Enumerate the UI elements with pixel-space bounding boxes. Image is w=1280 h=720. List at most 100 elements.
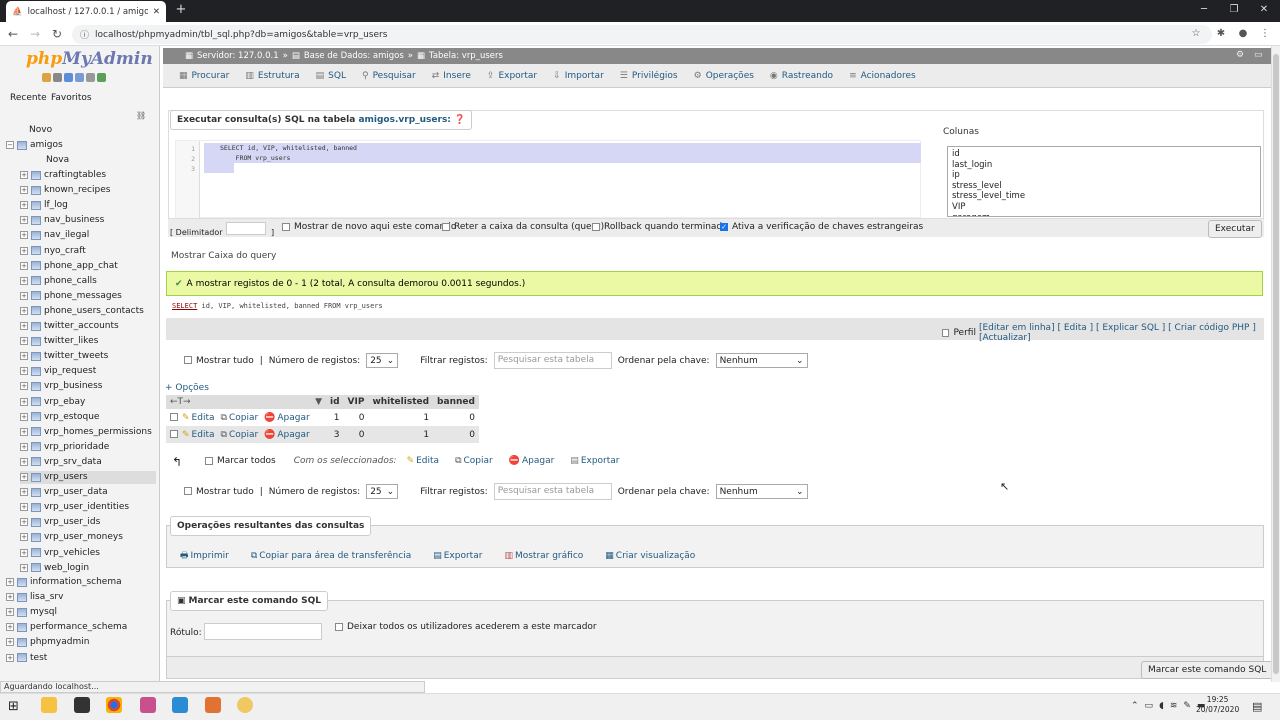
expand-icon[interactable]: ▭ [1254, 50, 1263, 60]
column-option[interactable]: last_login [952, 160, 1256, 171]
option-foreign-keys[interactable]: ✓ Ativa a verificação de chaves estrangei… [720, 222, 923, 232]
logout-icon[interactable] [53, 73, 62, 82]
sidebar-database-item[interactable]: + phpmyadmin [6, 635, 89, 649]
topnav-insere[interactable]: ⇄ Insere [424, 64, 479, 88]
bulk-delete-button[interactable]: ⛔ Apagar [509, 456, 555, 466]
breadcrumb-table[interactable]: Tabela: vrp_users [429, 51, 503, 61]
sidebar-table-item[interactable]: + vrp_vehicles [20, 546, 100, 560]
checkbox[interactable] [184, 487, 192, 495]
close-tab-icon[interactable]: ✕ [153, 7, 160, 17]
expand-icon[interactable]: + [20, 291, 28, 300]
link-icon[interactable]: ⛓ [136, 111, 146, 120]
option-rollback[interactable]: Rollback quando terminado [592, 222, 728, 232]
notification-icon[interactable]: ▤ [1252, 700, 1262, 713]
sidebar-table-item[interactable]: + nyo_craft [20, 244, 86, 258]
column-option[interactable]: stress_level_time [952, 191, 1256, 202]
close-window-icon[interactable]: ✕ [1256, 3, 1272, 17]
expand-icon[interactable]: + [20, 427, 28, 436]
column-header[interactable]: whitelisted [368, 395, 434, 409]
page-scrollbar[interactable] [1271, 46, 1280, 682]
phpmyadmin-logo[interactable]: phpMyAdmin [26, 49, 153, 69]
restore-icon[interactable]: ❐ [1226, 3, 1242, 17]
sidebar-table-item[interactable]: + vrp_user_identities [20, 500, 129, 514]
row-copy-button[interactable]: ⧉ Copiar [221, 430, 259, 440]
bulk-export-button[interactable]: ▤ Exportar [570, 456, 619, 466]
sidebar-table-item[interactable]: + vrp_users [20, 470, 88, 484]
table-link[interactable]: amigos.vrp_users: [358, 115, 450, 125]
sort-key-select[interactable]: Nenhum ⌄ [715, 353, 808, 368]
bookmark-allow-all[interactable]: Deixar todos os utilizadores acederem a … [335, 622, 597, 632]
sidebar-table-item[interactable]: + craftingtables [20, 168, 106, 182]
topnav-procurar[interactable]: ▦ Procurar [171, 64, 237, 88]
reload-icon[interactable]: ↻ [50, 27, 64, 41]
expand-icon[interactable]: + [6, 608, 14, 617]
sidebar-table-item[interactable]: + vrp_business [20, 379, 102, 393]
option-retain[interactable]: Reter a caixa da consulta (query) [442, 222, 604, 232]
expand-icon[interactable]: + [20, 488, 28, 497]
show-query-box-link[interactable]: Mostrar Caixa do query [171, 251, 276, 261]
filter-input[interactable]: Pesquisar esta tabela [493, 483, 612, 500]
sidebar-table-item[interactable]: + vrp_user_data [20, 485, 108, 499]
expand-icon[interactable]: + [20, 473, 28, 481]
cell-banned[interactable]: 0 [433, 426, 479, 443]
num-records-select[interactable]: 25 ⌄ [366, 353, 399, 368]
wifi-icon[interactable]: ≋ [1170, 701, 1178, 711]
expand-icon[interactable]: + [6, 638, 14, 647]
sql-editor[interactable]: 123 SELECT id, VIP, whitelisted, banned … [175, 140, 921, 219]
cell-whitelisted[interactable]: 1 [368, 409, 433, 426]
edge-taskbar-icon[interactable] [172, 697, 188, 713]
sidebar-table-item[interactable]: + phone_app_chat [20, 259, 118, 273]
cell-id[interactable]: 3 [326, 426, 344, 443]
checkbox[interactable] [942, 329, 950, 337]
profile-option[interactable]: Perfil [Editar em linha] [ Edita ] [ Expl… [942, 323, 1280, 343]
column-option[interactable]: ip [952, 170, 1256, 181]
export-button[interactable]: ▤ Exportar [433, 548, 482, 564]
back-icon[interactable]: ← [6, 27, 20, 41]
checkbox[interactable] [205, 456, 213, 465]
column-header[interactable]: id [326, 395, 344, 409]
app-taskbar-icon[interactable] [140, 697, 156, 713]
settings-icon[interactable] [86, 73, 95, 82]
column-option[interactable]: id [952, 149, 1256, 160]
show-all-option[interactable]: Mostrar tudo [184, 356, 254, 366]
clock[interactable]: 19:25 20/07/2020 [1196, 695, 1239, 715]
expand-icon[interactable]: + [20, 261, 28, 270]
expand-icon[interactable]: + [20, 548, 28, 557]
expand-icon[interactable]: + [6, 653, 14, 662]
sidebar-database-item[interactable]: + lisa_srv [6, 590, 63, 604]
expand-icon[interactable]: + [20, 337, 28, 346]
topnav-sql[interactable]: ▤ SQL [308, 64, 354, 88]
docs-icon[interactable] [75, 73, 84, 82]
checkbox[interactable] [335, 622, 343, 631]
expand-icon[interactable]: + [20, 186, 28, 195]
browser-tab[interactable]: ⛵ localhost / 127.0.0.1 / amigos / v ✕ [6, 1, 166, 22]
url-field[interactable]: ⓘ localhost/phpmyadmin/tbl_sql.php?db=am… [72, 25, 1212, 44]
checkbox[interactable] [592, 222, 600, 231]
cell-whitelisted[interactable]: 1 [368, 426, 433, 443]
expand-icon[interactable]: + [20, 503, 28, 512]
sidebar-database-item[interactable]: + mysql [6, 605, 57, 619]
expand-icon[interactable]: + [20, 246, 28, 255]
bulk-copy-button[interactable]: ⧉ Copiar [455, 456, 493, 466]
topnav-acionadores[interactable]: ≡ Acionadores [841, 64, 924, 88]
sidebar-database-item[interactable]: + performance_schema [6, 620, 127, 634]
row-edit-button[interactable]: ✎ Edita [182, 430, 215, 440]
delimiter-input[interactable] [226, 222, 266, 235]
tree-new-root[interactable]: Novo [6, 123, 52, 137]
bookmark-label-input[interactable] [204, 623, 322, 640]
expand-icon[interactable]: + [20, 306, 28, 315]
bookmark-button[interactable]: Marcar este comando SQL [1141, 661, 1274, 679]
sidebar-table-item[interactable]: + phone_users_contacts [20, 304, 144, 318]
expand-icon[interactable]: + [20, 367, 28, 376]
sidebar-table-item[interactable]: + vrp_prioridade [20, 440, 109, 454]
help-icon[interactable] [64, 73, 73, 82]
topnav-pesquisar[interactable]: ⚲ Pesquisar [354, 64, 424, 88]
pen-icon[interactable]: ✎ [1183, 701, 1191, 711]
checkbox[interactable] [184, 356, 192, 364]
sidebar-table-item[interactable]: + vrp_user_moneys [20, 530, 123, 544]
windows-start-icon[interactable]: ⊞ [8, 699, 19, 714]
expand-icon[interactable]: + [6, 623, 14, 632]
expand-icon[interactable]: + [20, 201, 28, 210]
option-show-again[interactable]: Mostrar de novo aqui este comando [282, 222, 456, 232]
columns-listbox[interactable]: id last_login ip stress_level stress_level_t… [947, 146, 1261, 217]
